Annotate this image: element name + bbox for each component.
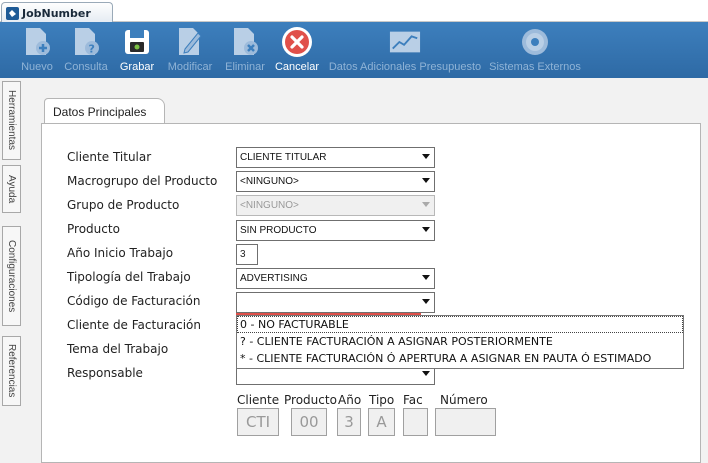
code-numero-box	[435, 408, 496, 436]
macrogrupo-label: Macrogrupo del Producto	[67, 174, 218, 188]
new-document-icon	[21, 26, 53, 58]
side-tab-bar: Herramientas Ayuda Configuraciones Refer…	[0, 78, 22, 453]
anio-inicio-label: Año Inicio Trabajo	[67, 246, 174, 260]
code-header-anio: Año	[338, 393, 362, 407]
code-value: CTI	[245, 413, 271, 431]
code-header-producto: Producto	[284, 393, 337, 407]
responsable-label: Responsable	[67, 366, 143, 380]
nuevo-label: Nuevo	[21, 61, 53, 73]
datos-adicionales-label: Datos Adicionales Presupuesto	[328, 61, 482, 73]
grupo-producto-select: <NINGUNO>	[236, 195, 435, 216]
code-value: 3	[344, 413, 354, 431]
consulta-button[interactable]: ? Consulta	[58, 22, 114, 78]
side-tab-herramientas[interactable]: Herramientas	[2, 81, 21, 160]
modificar-button[interactable]: Modificar	[160, 22, 220, 78]
select-value: CLIENTE TITULAR	[240, 152, 327, 163]
code-tipo-box: A	[368, 408, 395, 436]
chevron-down-icon	[422, 202, 430, 207]
external-systems-icon	[519, 26, 551, 58]
code-fac-box	[403, 408, 428, 436]
tipologia-label: Tipología del Trabajo	[67, 270, 191, 284]
codigo-facturacion-dropdown-list: 0 - NO FACTURABLE ? - CLIENTE FACTURACIÓ…	[236, 315, 684, 369]
code-header-numero: Número	[440, 393, 488, 407]
chevron-down-icon	[422, 275, 430, 280]
sistemas-externos-button[interactable]: Sistemas Externos	[486, 22, 584, 78]
modificar-label: Modificar	[167, 61, 213, 73]
code-header-tipo: Tipo	[369, 393, 395, 407]
chevron-down-icon	[422, 154, 430, 159]
code-value: 00	[299, 413, 319, 431]
consulta-label: Consulta	[64, 61, 108, 73]
side-tab-label: Herramientas	[6, 90, 17, 151]
side-tab-label: Referencias	[6, 344, 17, 398]
document-tab-label: JobNumber	[22, 6, 91, 20]
cliente-titular-select[interactable]: CLIENTE TITULAR	[236, 147, 435, 168]
code-header-fac: Fac	[403, 393, 423, 407]
grabar-button[interactable]: Grabar	[114, 22, 160, 78]
tab-datos-principales[interactable]: Datos Principales	[44, 98, 165, 124]
edit-pencil-icon	[174, 26, 206, 58]
tema-trabajo-label: Tema del Trabajo	[67, 342, 169, 356]
save-disk-icon	[121, 26, 153, 58]
macrogrupo-select[interactable]: <NINGUNO>	[236, 171, 435, 192]
side-tab-referencias[interactable]: Referencias	[2, 336, 21, 406]
delete-document-icon	[229, 26, 261, 58]
cancelar-button[interactable]: Cancelar	[270, 22, 324, 78]
side-tab-label: Configuraciones	[6, 239, 17, 313]
svg-text:?: ?	[89, 43, 95, 56]
main-content: Datos Principales Cliente Titular CLIENT…	[22, 78, 708, 463]
select-value: <NINGUNO>	[240, 200, 299, 211]
chevron-down-icon	[422, 178, 430, 183]
code-anio-box: 3	[337, 408, 361, 436]
dropdown-option[interactable]: ? - CLIENTE FACTURACIÓN A ASIGNAR POSTER…	[237, 333, 683, 350]
select-value: SIN PRODUCTO	[240, 225, 317, 236]
input-value: 3	[240, 249, 246, 260]
dropdown-option[interactable]: 0 - NO FACTURABLE	[237, 316, 683, 333]
tab-label: Datos Principales	[53, 104, 147, 119]
codigo-facturacion-label: Código de Facturación	[67, 294, 201, 308]
tipologia-select[interactable]: ADVERTISING	[236, 268, 435, 289]
grabar-label: Grabar	[119, 61, 155, 73]
select-value: <NINGUNO>	[240, 176, 299, 187]
chart-icon	[389, 26, 421, 58]
eliminar-label: Eliminar	[225, 61, 265, 73]
side-tab-configuraciones[interactable]: Configuraciones	[2, 226, 21, 326]
select-value: ADVERTISING	[240, 273, 308, 284]
chevron-down-icon	[422, 371, 430, 376]
grupo-producto-label: Grupo de Producto	[67, 198, 180, 212]
code-cliente-box: CTI	[237, 408, 279, 436]
side-tab-label: Ayuda	[6, 174, 17, 204]
document-tab-jobnumber[interactable]: JobNumber	[1, 2, 113, 23]
producto-select[interactable]: SIN PRODUCTO	[236, 220, 435, 241]
codigo-facturacion-select[interactable]	[236, 292, 435, 313]
document-tab-strip: JobNumber	[0, 0, 708, 23]
query-document-icon: ?	[70, 26, 102, 58]
cancel-x-icon	[281, 26, 313, 58]
main-toolbar: Nuevo ? Consulta Grabar Modificar Elimin…	[0, 22, 708, 78]
chevron-down-icon	[422, 299, 430, 304]
eliminar-button[interactable]: Eliminar	[220, 22, 270, 78]
cliente-facturacion-label: Cliente de Facturación	[67, 318, 201, 332]
side-tab-ayuda[interactable]: Ayuda	[2, 165, 21, 213]
nuevo-button[interactable]: Nuevo	[16, 22, 58, 78]
cliente-titular-label: Cliente Titular	[67, 150, 152, 164]
code-value: A	[376, 413, 387, 431]
code-producto-box: 00	[291, 408, 327, 436]
cancelar-label: Cancelar	[274, 61, 320, 73]
anio-inicio-input[interactable]: 3	[236, 244, 258, 265]
code-header-cliente: Cliente	[237, 393, 280, 407]
datos-adicionales-button[interactable]: Datos Adicionales Presupuesto	[324, 22, 486, 78]
sistemas-externos-label: Sistemas Externos	[489, 61, 581, 73]
producto-label: Producto	[67, 222, 120, 236]
dropdown-option[interactable]: * - CLIENTE FACTURACIÓN Ó APERTURA A ASI…	[237, 350, 683, 367]
app-logo-icon	[6, 6, 19, 20]
chevron-down-icon	[422, 227, 430, 232]
